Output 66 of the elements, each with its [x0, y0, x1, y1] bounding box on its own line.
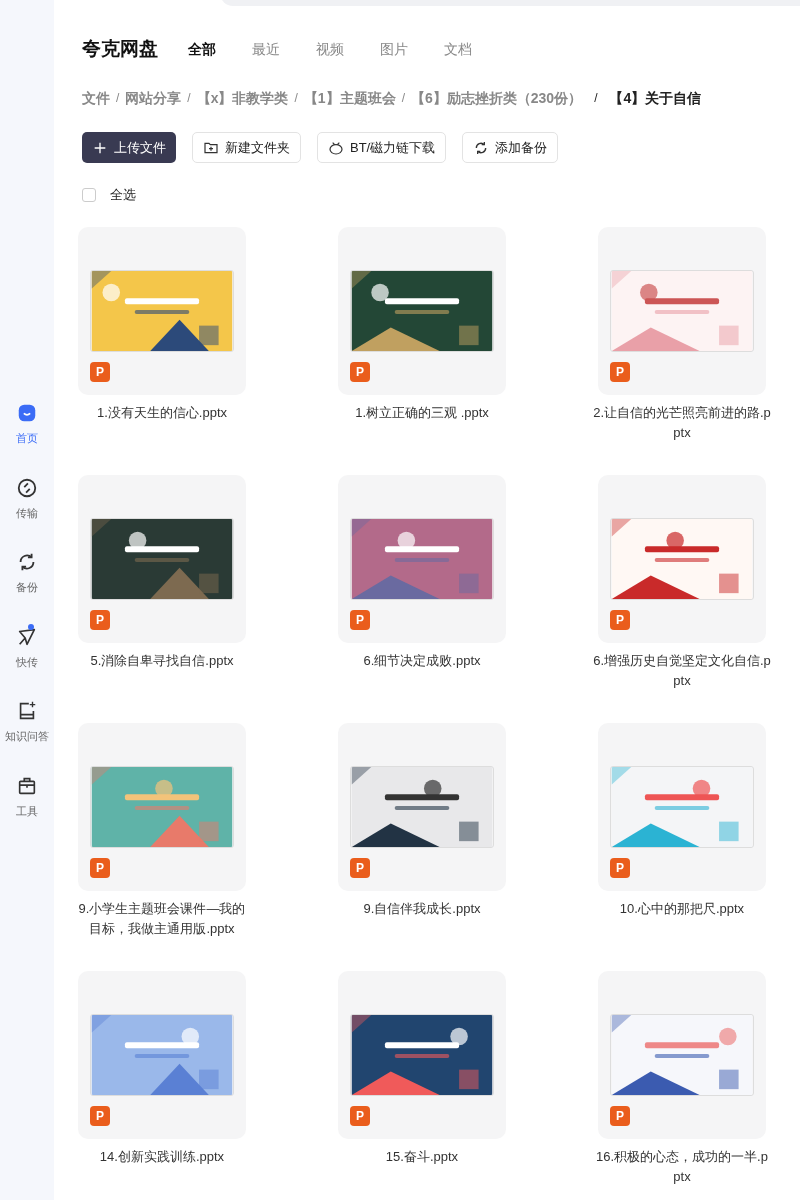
ppt-icon: P — [90, 361, 110, 382]
ppt-icon: P — [610, 1105, 630, 1126]
breadcrumb-link[interactable]: 【6】励志挫折类（230份） — [410, 87, 583, 109]
file-name: 6.细节决定成败.pptx — [362, 651, 482, 670]
toolbar-button[interactable]: BT/磁力链下载 — [317, 132, 447, 163]
ppt-icon: P — [350, 609, 370, 630]
file-name: 1.树立正确的三观 .pptx — [354, 403, 490, 422]
upload-button[interactable]: 上传文件 — [82, 132, 176, 163]
sidebar-item[interactable]: 工具 — [16, 774, 38, 819]
ppt-icon: P — [610, 857, 630, 878]
transfer-icon — [16, 476, 38, 499]
breadcrumb-link[interactable]: 文件 — [82, 87, 110, 109]
checkbox[interactable] — [82, 187, 96, 202]
tab[interactable]: 视频 — [316, 38, 344, 60]
tab[interactable]: 文档 — [444, 38, 472, 60]
breadcrumb-link[interactable]: 【1】主题班会 — [303, 87, 396, 109]
file-name: 9.自信伴我成长.pptx — [362, 899, 482, 918]
file-card[interactable]: P — [78, 970, 246, 1139]
file-card[interactable]: P — [78, 474, 246, 643]
separator: / — [187, 90, 191, 107]
file-card[interactable]: P — [598, 226, 766, 395]
ppt-icon: P — [90, 1105, 110, 1126]
sidebar-item[interactable]: 快传 — [16, 625, 38, 670]
file-name: 10.心中的那把尺.pptx — [618, 899, 746, 918]
ppt-icon: P — [350, 857, 370, 878]
select-all-label: 全选 — [110, 186, 136, 204]
sidebar-item[interactable]: 首页 — [16, 402, 38, 447]
breadcrumb-link[interactable]: 网站分享 — [125, 87, 182, 109]
ppt-icon: P — [90, 857, 110, 878]
file-name: 9.小学生主题班会课件—我的目标，我做主通用版.pptx — [77, 899, 247, 938]
separator: / — [116, 90, 120, 107]
breadcrumb-link[interactable]: 【x】非教学类 — [196, 87, 289, 109]
ppt-icon: P — [350, 1105, 370, 1126]
file-name: 5.消除自卑寻找自信.pptx — [89, 651, 235, 670]
sidebar-item[interactable]: 传输 — [16, 476, 38, 521]
file-name: 15.奋斗.pptx — [384, 1147, 460, 1166]
toolbar-button[interactable]: 添加备份 — [462, 132, 559, 163]
file-name: 2.让自信的光芒照亮前进的路.pptx — [593, 403, 771, 442]
ppt-icon: P — [610, 609, 630, 630]
home-icon — [16, 402, 38, 424]
file-name: 1.没有天生的信心.pptx — [96, 403, 228, 422]
file-card[interactable]: P — [598, 474, 766, 643]
sidebar-item[interactable]: 备份 — [16, 551, 38, 596]
app-title: 夸克网盘 — [82, 36, 158, 61]
separator: / — [594, 90, 598, 107]
tab[interactable]: 最近 — [252, 38, 280, 60]
file-card[interactable]: P — [598, 722, 766, 891]
ppt-icon: P — [610, 361, 630, 382]
ppt-icon: P — [90, 609, 110, 630]
file-name: 16.积极的心态，成功的一半.pptx — [595, 1147, 769, 1186]
file-name: 14.创新实践训练.pptx — [98, 1147, 226, 1166]
ppt-icon: P — [350, 361, 370, 382]
separator: / — [401, 90, 405, 107]
file-card[interactable]: P — [338, 474, 506, 643]
file-card[interactable]: P — [338, 970, 506, 1139]
file-name: 6.增强历史自觉坚定文化自信.pptx — [593, 651, 771, 690]
file-card[interactable]: P — [78, 722, 246, 891]
file-card[interactable]: P — [338, 722, 506, 891]
file-card[interactable]: P — [598, 970, 766, 1139]
tab[interactable]: 图片 — [380, 38, 408, 60]
file-card[interactable]: P — [338, 226, 506, 395]
tab[interactable]: 全部 — [188, 38, 216, 60]
file-card[interactable]: P — [78, 226, 246, 395]
separator: / — [294, 90, 298, 107]
sidebar-item[interactable]: 知识问答 — [5, 700, 49, 745]
toolbar-button[interactable]: 新建文件夹 — [192, 132, 301, 163]
